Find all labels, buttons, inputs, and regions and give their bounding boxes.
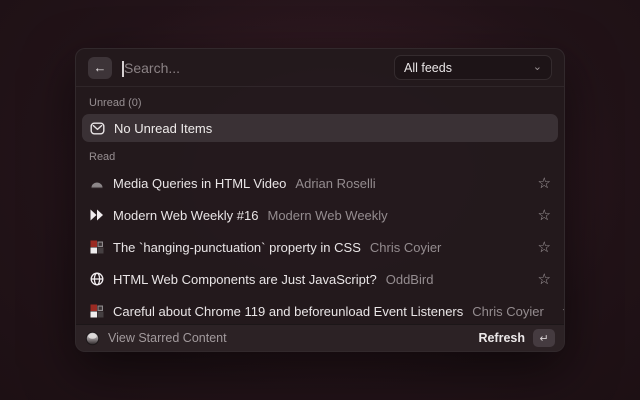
search-input[interactable] — [122, 60, 384, 76]
star-icon[interactable]: ☆ — [538, 240, 551, 255]
text-cursor — [122, 61, 124, 77]
globe-favicon — [89, 272, 104, 287]
results-list: Unread (0) No Unread Items Read Media Qu… — [76, 87, 564, 324]
feed-item-row[interactable]: The `hanging-punctuation` property in CS… — [76, 231, 564, 263]
feed-item-row[interactable]: HTML Web Components are Just JavaScript?… — [76, 263, 564, 295]
feed-item-author: OddBird — [386, 272, 434, 287]
feed-item-title: Media Queries in HTML Video — [113, 176, 286, 191]
feed-item-title: Modern Web Weekly #16 — [113, 208, 258, 223]
feed-item-author: Modern Web Weekly — [267, 208, 387, 223]
search-header: ← All feeds ⌄ — [76, 49, 564, 87]
chevron-down-icon: ⌄ — [533, 62, 542, 73]
inbox-envelope-icon — [90, 121, 105, 136]
grid-favicon — [89, 304, 104, 319]
back-arrow-icon: ← — [94, 61, 107, 74]
fast-forward-favicon — [89, 208, 104, 223]
no-unread-items-label: No Unread Items — [114, 121, 212, 136]
feed-item-author: Chris Coyier — [472, 304, 544, 319]
star-icon[interactable]: ☆ — [538, 272, 551, 287]
enter-key-icon[interactable]: ↵ — [533, 329, 555, 347]
feed-item-author: Chris Coyier — [370, 240, 442, 255]
view-starred-content-button[interactable]: View Starred Content — [108, 331, 227, 345]
feed-item-title: Careful about Chrome 119 and beforeunloa… — [113, 304, 463, 319]
action-bar: View Starred Content Refresh ↵ — [76, 324, 564, 351]
feed-item-title: The `hanging-punctuation` property in CS… — [113, 240, 361, 255]
star-icon[interactable]: ☆ — [538, 208, 551, 223]
feed-search-panel: ← All feeds ⌄ Unread (0) No Unread Items… — [75, 48, 565, 352]
feed-item-title: HTML Web Components are Just JavaScript? — [113, 272, 377, 287]
star-icon[interactable]: ☆ — [538, 176, 551, 191]
dome-favicon — [89, 176, 104, 191]
section-label-read: Read — [76, 148, 564, 167]
feed-item-row[interactable]: Careful about Chrome 119 and beforeunloa… — [76, 295, 564, 324]
grid-favicon — [89, 240, 104, 255]
sphere-app-icon — [85, 331, 100, 346]
feed-item-author: Adrian Roselli — [295, 176, 375, 191]
feed-filter-selected: All feeds — [404, 61, 533, 75]
feed-item-row[interactable]: Media Queries in HTML Video Adrian Rosel… — [76, 167, 564, 199]
no-unread-items-row[interactable]: No Unread Items — [82, 114, 558, 142]
back-button[interactable]: ← — [88, 57, 112, 79]
section-label-unread: Unread (0) — [76, 94, 564, 113]
star-icon[interactable]: ☆ — [562, 304, 564, 319]
feed-item-row[interactable]: Modern Web Weekly #16 Modern Web Weekly … — [76, 199, 564, 231]
search-field-wrap — [122, 60, 384, 76]
feed-filter-dropdown[interactable]: All feeds ⌄ — [394, 55, 552, 80]
refresh-button[interactable]: Refresh — [478, 331, 525, 345]
